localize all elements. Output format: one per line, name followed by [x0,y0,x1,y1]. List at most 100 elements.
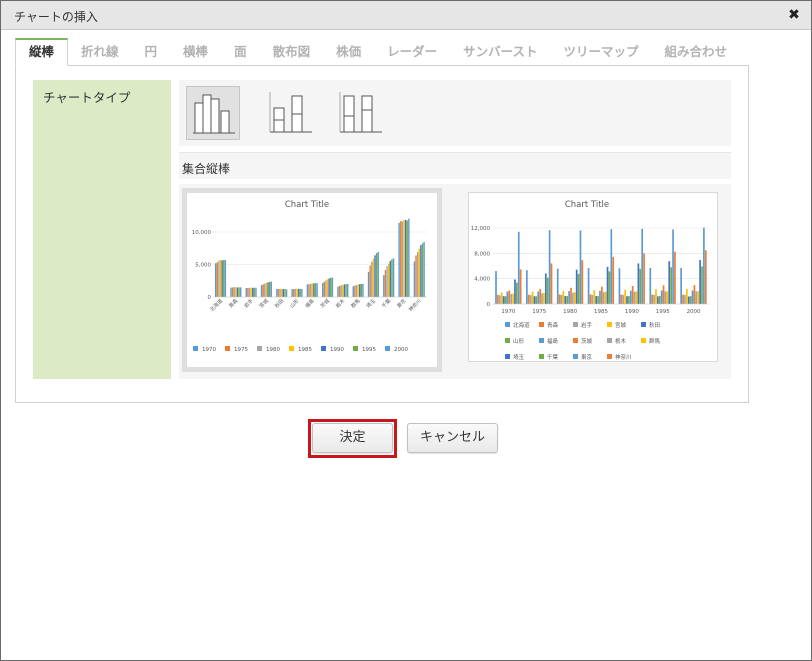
stacked-column-option[interactable] [264,86,318,140]
chart-preview-by-region[interactable]: Chart Title 0 5,000 10,000 北海道 青森 岩手 宮城 秋田 山形 福島 茨城… [182,188,442,372]
bar [682,294,684,304]
bar [533,296,536,304]
bar [360,284,363,297]
bar [577,273,580,304]
x-tick-label: 千葉 [380,297,392,309]
legend-swatch [539,354,544,359]
bar [535,296,538,304]
bar [657,296,659,304]
bar [604,291,607,304]
legend-swatch [641,338,646,343]
bar [668,261,671,304]
x-tick-label: 埼玉 [365,297,377,309]
bar [693,285,696,304]
legend-label: 1975 [234,347,248,353]
tab-10[interactable]: 組み合わせ [652,38,741,66]
legend-label: 福島 [547,337,559,345]
legend-label: 栃木 [615,337,627,345]
chart-subtype-label: 集合縦棒 [182,162,231,176]
bar [308,284,310,297]
bar [224,260,227,297]
bar [400,221,402,297]
tab-5[interactable]: 散布図 [260,38,324,66]
bar [506,291,509,304]
tab-2[interactable]: 円 [132,38,171,66]
bar [328,278,330,297]
legend-swatch [573,338,578,343]
bar [684,295,686,304]
bar [498,295,501,304]
close-icon[interactable]: ✖ [786,7,802,23]
chart-preview-by-year[interactable]: Chart Title 0 4,000 8,000 12,000 1970 1975 1980… [468,192,718,362]
legend-label: 青森 [547,321,559,329]
bar [270,281,272,297]
clustered-column-option[interactable] [186,86,240,140]
bar [504,296,507,304]
x-tick-label: 1990 [625,309,639,315]
bar [313,283,315,297]
bar [297,288,300,297]
x-tick-label: 1970 [501,309,515,315]
bar [375,253,378,297]
legend-swatch [289,346,294,351]
x-tick-label: 1985 [594,309,608,315]
tab-6[interactable]: 株価 [323,38,374,66]
bar [423,241,425,297]
tab-7[interactable]: レーダー [374,38,450,66]
bar [406,220,408,297]
bar [541,293,543,304]
bar [374,255,376,297]
bar [497,294,499,304]
chart-type-sidebar: チャートタイプ [33,80,171,379]
tab-4[interactable]: 面 [221,38,260,66]
percent-stacked-column-option[interactable] [334,86,388,140]
bar [527,294,530,304]
bar [372,258,375,297]
cancel-button[interactable]: キャンセル [407,423,498,453]
chart-type-icon-row [179,80,731,146]
chart-by-region: Chart Title05,00010,000北海道 青森 岩手 宮城 秋田 山形 福島 茨城… [192,200,427,353]
legend-swatch [225,346,230,351]
bar [413,261,416,297]
bar [384,270,387,297]
tab-9[interactable]: ツリーマップ [551,38,652,66]
bar [392,258,395,297]
bar [386,266,388,297]
bar [560,295,563,304]
x-tick-label: 1995 [656,309,670,315]
bar [280,288,283,297]
dialog-titlebar: チャートの挿入 ✖ [1,1,811,30]
ok-button[interactable]: 決定 [312,423,393,453]
legend-swatch [505,338,510,343]
legend-swatch [573,354,578,359]
legend-swatch [607,338,612,343]
bar [703,227,705,304]
bar [357,284,359,297]
bar [666,291,669,304]
bar [264,283,266,297]
bar [245,288,247,297]
x-tick-label: 宮城 [258,297,270,309]
bar [658,296,661,304]
bar [346,284,349,297]
bar [252,287,254,297]
bar [502,296,505,304]
bar [653,295,655,304]
bar [685,288,688,304]
bar [325,280,327,297]
bar [537,291,540,304]
bar [299,288,301,297]
chart-category-tabs: 縦棒 折れ線円横棒面散布図 株価 レーダー サンバースト ツリーマップ 組み合わせ [15,38,740,66]
tab-1[interactable]: 折れ線 [68,38,132,66]
percent-stacked-column-icon [339,92,382,133]
bar [680,268,682,304]
tab-8[interactable]: サンバースト [450,38,550,66]
x-tick-label: 秋田 [273,297,285,309]
tab-0[interactable]: 縦棒 [15,38,69,66]
bar [231,287,234,297]
bar [660,290,663,304]
tab-3[interactable]: 横棒 [170,38,221,66]
bar [236,287,239,297]
bar [314,283,317,297]
x-tick-label: 1980 [563,309,577,315]
